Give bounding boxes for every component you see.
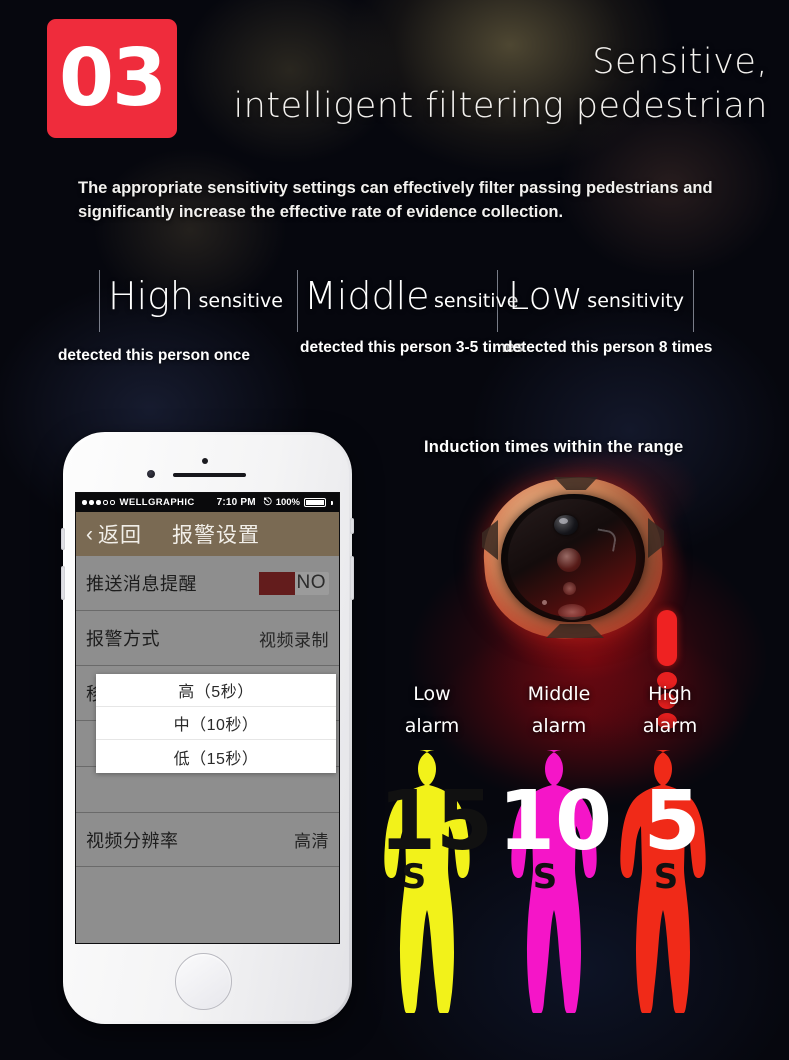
person-silhouette-middle: 10 S	[498, 748, 618, 1013]
phone-mockup: WELLGRAPHIC 7:10 PM ⎋ 100% ‹ 返回 报警设置 推送消…	[61, 432, 354, 1024]
phone-screen: WELLGRAPHIC 7:10 PM ⎋ 100% ‹ 返回 报警设置 推送消…	[75, 492, 340, 944]
page-title-line-2: intelligent filtering pedestrian	[233, 86, 768, 127]
signal-strength-icon	[82, 500, 115, 505]
settings-row-label: 推送消息提醒	[86, 574, 197, 594]
status-bar: WELLGRAPHIC 7:10 PM ⎋ 100%	[76, 493, 339, 512]
sensitivity-level-high: High	[108, 274, 195, 318]
sensitivity-suffix-middle: sensitive	[433, 290, 519, 312]
alarm-seconds-high: 5	[643, 774, 701, 869]
sensitivity-divider-4	[693, 270, 694, 332]
app-screen-title: 报警设置	[172, 524, 260, 547]
phone-home-button[interactable]	[175, 953, 232, 1010]
alarm-unit-high: S	[653, 857, 679, 897]
sensitivity-divider-1	[99, 270, 100, 332]
settings-row-label: 报警方式	[86, 629, 160, 649]
camera-led-2	[563, 582, 576, 595]
settings-row-push-notification[interactable]: 推送消息提醒 NO	[76, 556, 339, 611]
phone-button-left-1[interactable]	[61, 528, 65, 550]
chevron-left-icon[interactable]: ‹	[86, 524, 93, 545]
back-button-label[interactable]: 返回	[98, 519, 142, 549]
phone-button-left-2[interactable]	[61, 566, 65, 600]
alarm-label-low-line2: alarm	[404, 715, 460, 738]
alarm-unit-middle: S	[532, 857, 558, 897]
section-number-badge: 03	[47, 19, 177, 138]
page-subtitle: The appropriate sensitivity settings can…	[78, 179, 713, 222]
picker-option-middle[interactable]: 中（10秒）	[96, 707, 336, 740]
sensitivity-level-middle: Middle	[304, 274, 430, 318]
status-bar-time: 7:10 PM	[216, 497, 256, 508]
induction-title: Induction times within the range	[424, 438, 684, 456]
settings-row-value: 高清	[294, 832, 329, 851]
alarm-label-low: Low alarm	[382, 678, 482, 743]
phone-earpiece-speaker	[173, 473, 246, 477]
sensitivity-desc-middle: detected this person 3-5 times	[300, 339, 524, 356]
sensitivity-suffix-low: sensitivity	[587, 290, 685, 312]
settings-list-filler	[76, 867, 339, 943]
alarm-label-low-line1: Low	[413, 683, 451, 705]
carrier-name: WELLGRAPHIC	[119, 497, 195, 508]
picker-option-low[interactable]: 低（15秒）	[96, 740, 336, 773]
sensitivity-level-low: Low	[508, 274, 583, 318]
phone-proximity-sensor	[147, 470, 155, 478]
app-nav-bar: ‹ 返回 报警设置	[76, 512, 339, 556]
exclamation-bar	[657, 610, 677, 666]
signal-dot-3	[96, 500, 101, 505]
signal-dot-2	[89, 500, 94, 505]
camera-eye-highlight	[559, 518, 568, 524]
person-silhouette-high: 5 S	[617, 748, 727, 1013]
alarm-label-high: High alarm	[620, 678, 720, 743]
alarm-label-high-line2: alarm	[642, 715, 698, 738]
sensitivity-heading-high: High sensitive	[108, 274, 283, 318]
alarm-label-middle-line2: alarm	[531, 715, 587, 738]
push-notification-toggle[interactable]: NO	[258, 571, 329, 595]
phone-button-right-1[interactable]	[350, 518, 354, 534]
toggle-switch-knob[interactable]	[258, 571, 295, 595]
sensitivity-heading-middle: Middle sensitive	[304, 274, 518, 318]
page-title: Sensitive, intelligent filtering pedestr…	[190, 40, 768, 128]
bluetooth-icon: ⎋	[263, 496, 272, 508]
sensitivity-col-middle: Middle sensitive	[304, 274, 518, 318]
signal-dot-5	[110, 500, 115, 505]
sensitivity-picker-popup[interactable]: 高（5秒） 中（10秒） 低（15秒）	[96, 674, 336, 773]
sensitivity-desc-low: detected this person 8 times	[503, 339, 713, 356]
alarm-label-middle: Middle alarm	[504, 678, 614, 743]
alarm-label-high-line1: High	[648, 683, 692, 705]
sensitivity-comparison: High sensitive detected this person once…	[0, 262, 789, 402]
alarm-seconds-low: 15	[379, 774, 494, 869]
section-number: 03	[59, 32, 167, 124]
settings-row-label: 视频分辨率	[86, 830, 179, 851]
battery-percent: 100%	[275, 497, 300, 508]
phone-front-camera-icon	[202, 458, 208, 464]
sensitivity-divider-2	[297, 270, 298, 332]
toggle-state-label: NO	[296, 572, 326, 593]
battery-icon	[304, 498, 326, 507]
signal-dot-4	[103, 500, 108, 505]
status-bar-right: ⎋ 100%	[264, 497, 333, 508]
alarm-seconds-middle: 10	[498, 774, 613, 869]
settings-row-video-resolution[interactable]: 视频分辨率 高清	[76, 813, 339, 867]
camera-led-dot	[542, 600, 547, 605]
camera-led-1	[557, 548, 581, 572]
settings-row-alarm-method[interactable]: 报警方式 视频录制	[76, 611, 339, 666]
camera-doorbell-icon	[478, 471, 668, 645]
sensitivity-col-low: Low sensitivity	[508, 274, 684, 318]
settings-row-obscured-2[interactable]	[76, 767, 339, 813]
sensitivity-desc-high: detected this person once	[57, 347, 251, 364]
alarm-label-middle-line1: Middle	[527, 683, 591, 705]
picker-option-high[interactable]: 高（5秒）	[96, 674, 336, 707]
alarm-unit-low: S	[401, 857, 427, 897]
page-title-line-1: Sensitive,	[592, 42, 768, 82]
sensitivity-heading-low: Low sensitivity	[508, 274, 684, 318]
person-silhouette-low: 15 S	[379, 748, 494, 1013]
battery-tip	[331, 500, 333, 505]
sensitivity-col-high: High sensitive	[108, 274, 283, 318]
sensitivity-suffix-high: sensitive	[198, 290, 283, 312]
camera-led-3	[558, 604, 586, 620]
settings-row-value: 视频录制	[259, 630, 329, 650]
phone-button-right-2[interactable]	[350, 556, 354, 600]
signal-dot-1	[82, 500, 87, 505]
